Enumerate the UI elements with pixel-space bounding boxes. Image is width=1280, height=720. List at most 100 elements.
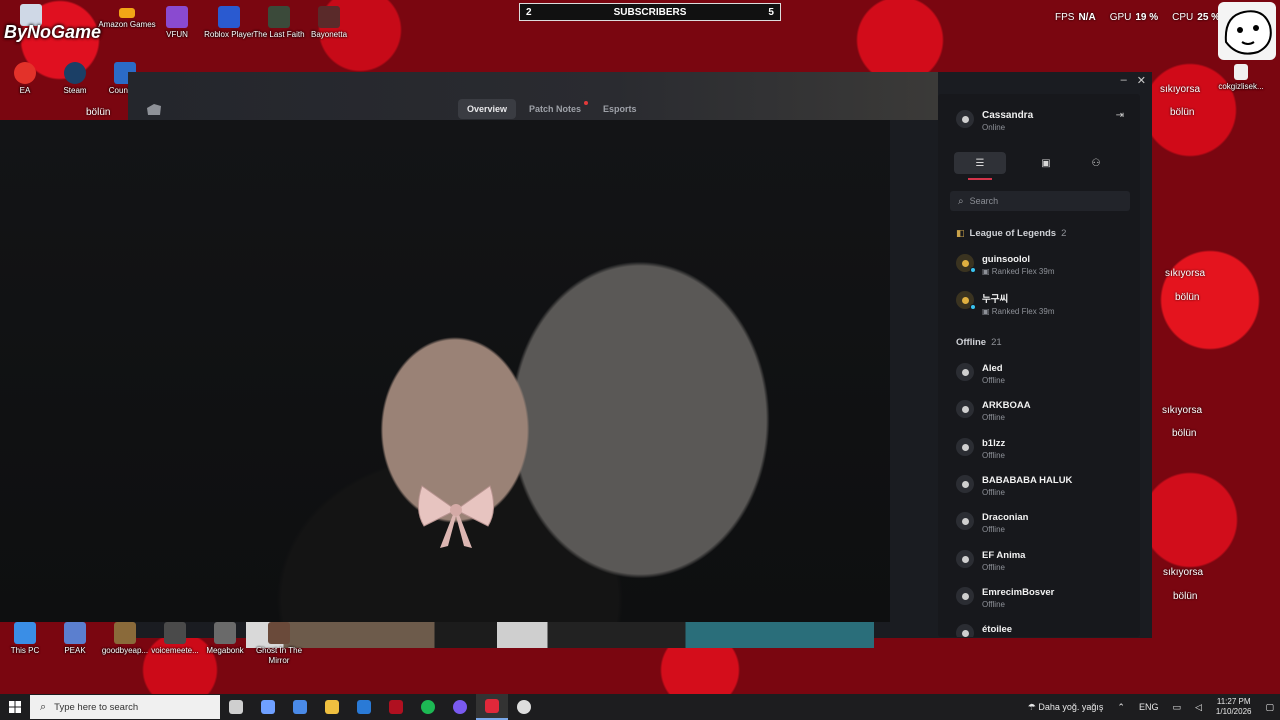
friend-item[interactable]: Draconian Offline [956,512,1028,534]
taskbar: ⌕ Type here to search ☂ Daha yoğ. yağış … [0,694,1280,720]
avatar [956,400,974,418]
avatar [956,438,974,456]
group-header-offline[interactable]: Offline 21 [956,337,1002,348]
collapse-panel-icon[interactable]: ⇥ [1116,110,1124,121]
friend-item[interactable]: ARKBOAA Offline [956,400,1031,422]
wallpaper-caption: bölün [1172,428,1197,439]
avatar [956,624,974,637]
start-button[interactable] [0,701,30,713]
client-topbar: Overview Patch Notes Esports [128,72,938,120]
bynogame-logo: ByNoGame [4,22,102,42]
notifications-icon[interactable]: ▢ [1265,702,1274,713]
goodbye-icon [114,622,136,644]
friend-item[interactable]: BABABABA HALUK Offline [956,475,1072,497]
meme-face-overlay [1218,2,1276,60]
minimize-icon[interactable]: – [1121,74,1127,87]
roblox-icon [218,6,240,28]
desktop-icon-megabonk[interactable]: Megabonk [196,622,254,656]
computer-icon [14,622,36,644]
friend-item[interactable]: Aled Offline [956,363,1005,385]
in-game-badge-icon [970,267,976,273]
riot-client-icon [485,699,499,713]
league-icon: ◧ [956,228,965,238]
avatar [956,291,976,310]
tab-messages[interactable]: ▣ [1036,152,1056,174]
taskbar-copilot[interactable] [252,694,284,720]
subscribers-left-count: 2 [526,6,532,18]
friend-item[interactable]: étoilee [956,624,1012,637]
taskbar-obs[interactable] [508,694,540,720]
desktop-icon-bayonetta[interactable]: Bayonetta [300,6,358,40]
taskbar-search[interactable]: ⌕ Type here to search [30,695,220,719]
spotify-icon [421,700,435,714]
client-tabs: Overview Patch Notes Esports [458,99,646,119]
wallpaper-caption: bölün [1175,292,1200,303]
subscribers-bar: 2 SUBSCRIBERS 5 [519,3,781,21]
task-view-icon [229,700,243,714]
volume-icon[interactable]: ◁ [1195,702,1202,713]
riot-fist-icon[interactable] [146,102,162,116]
copilot-icon [261,700,275,714]
megabonk-icon [214,622,236,644]
tab-esports[interactable]: Esports [594,99,646,119]
tab-friends-list[interactable]: ☰ [954,152,1006,180]
wallpaper-caption: sıkıyorsa [1160,84,1201,95]
tab-patch-notes[interactable]: Patch Notes [520,99,590,119]
voicemeeter-icon [164,622,186,644]
discord-icon [453,700,467,714]
user-status: Online [982,123,1006,132]
avatar [956,587,974,605]
taskbar-riot-client[interactable] [476,694,508,720]
bow-icon [418,485,494,548]
taskbar-spotify[interactable] [412,694,444,720]
wallpaper-caption: bölün [1170,107,1195,118]
avatar [956,512,974,530]
friend-item[interactable]: guinsoolol ▣ Ranked Flex 39m [956,254,1054,276]
wallpaper-caption: sıkıyorsa [1163,567,1204,578]
network-icon[interactable]: ▭ [1172,702,1181,713]
desktop-icon-vfun[interactable]: VFUN [148,6,206,40]
system-tray: ☂ Daha yoğ. yağış ⌃ ENG ▭ ◁ 11:27 PM 1/1… [1028,694,1274,720]
taskbar-task-view[interactable] [220,694,252,720]
taskbar-outlook[interactable] [348,694,380,720]
avatar [956,110,974,128]
add-friend-icon: ⚇ [1091,157,1101,169]
taskbar-store[interactable] [284,694,316,720]
friend-item[interactable]: b1lzz Offline [956,438,1005,460]
friend-item[interactable]: EmrecimBosver Offline [956,587,1054,609]
friend-search: ⌕ [950,191,1130,211]
avatar [956,550,974,568]
show-hidden-icons-icon[interactable]: ⌃ [1117,702,1125,713]
clock[interactable]: 11:27 PM 1/10/2026 [1216,697,1252,717]
friend-search-input[interactable] [969,196,1120,206]
tab-overview[interactable]: Overview [458,99,517,119]
webcam-overlay [0,120,890,622]
cartoon-face-icon [1224,10,1272,55]
performance-stats: FPS N/A GPU 19 % CPU 25 % [1055,12,1221,23]
friend-item[interactable]: 누구씨 ▣ Ranked Flex 39m [956,291,1054,316]
group-header-league[interactable]: ◧ League of Legends 2 [956,228,1066,239]
close-icon[interactable]: ✕ [1137,74,1146,87]
user-name: Cassandra [982,110,1034,121]
avatar [956,475,974,493]
tab-add-friend[interactable]: ⚇ [1086,152,1106,174]
wallpaper-caption: sıkıyorsa [1162,405,1203,416]
language-indicator[interactable]: ENG [1139,702,1159,712]
windows-icon [9,701,21,713]
friend-item[interactable]: EF Anima Offline [956,550,1025,572]
weather-widget[interactable]: ☂ Daha yoğ. yağış [1028,702,1104,713]
taskbar-red-app[interactable] [380,694,412,720]
desktop-icon-cokgizlisek[interactable]: cokgizlisek... [1212,64,1270,92]
red-app-icon [389,700,403,714]
desktop-icon-ghost-in-the-mirror[interactable]: Ghost In The Mirror [250,622,308,666]
avatar [956,254,976,273]
taskbar-discord[interactable] [444,694,476,720]
window-controls: – ✕ [1121,74,1146,87]
amazon-games-icon [119,8,135,18]
store-icon [293,700,307,714]
in-game-badge-icon [970,304,976,310]
wallpaper-caption: sıkıyorsa [1165,268,1206,279]
notification-dot-icon [584,101,589,105]
taskbar-file-explorer[interactable] [316,694,348,720]
current-user[interactable]: Cassandra Online [956,110,1033,132]
